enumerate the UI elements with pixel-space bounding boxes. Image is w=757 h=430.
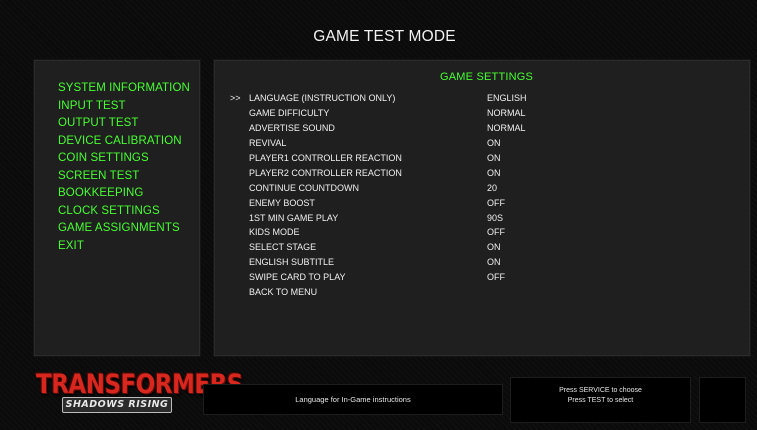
game-logo: TRANSFORMERS SHADOWS RISING — [36, 370, 243, 414]
menu-item-screen-test[interactable]: SCREEN TEST — [58, 168, 190, 186]
setting-value: 20 — [487, 182, 498, 193]
help-box: Press SERVICE to choose Press TEST to se… — [510, 377, 691, 423]
help-line-service: Press SERVICE to choose — [559, 387, 642, 394]
setting-label: KIDS MODE — [249, 227, 300, 238]
section-title: GAME SETTINGS — [440, 71, 534, 83]
menu-item-game-assignments[interactable]: GAME ASSIGNMENTS — [58, 220, 190, 238]
setting-label: SELECT STAGE — [249, 242, 317, 253]
back-to-menu-button[interactable]: BACK TO MENU — [230, 285, 527, 300]
setting-label: PLAYER2 CONTROLLER REACTION — [249, 167, 402, 178]
menu-item-exit[interactable]: EXIT — [58, 238, 190, 256]
setting-value: ON — [487, 242, 501, 253]
setting-row-english-subtitle[interactable]: ENGLISH SUBTITLE ON — [230, 255, 527, 270]
setting-label: PLAYER1 CONTROLLER REACTION — [249, 153, 402, 163]
description-text: Language for In-Game instructions — [295, 395, 411, 404]
setting-value: NORMAL — [487, 123, 526, 134]
menu-item-bookkeeping[interactable]: BOOKKEEPING — [58, 185, 190, 203]
setting-value: ON — [487, 257, 501, 268]
page-title: GAME TEST MODE — [313, 27, 456, 45]
setting-label: ENGLISH SUBTITLE — [249, 257, 335, 268]
back-to-menu-label: BACK TO MENU — [249, 287, 318, 298]
setting-value: 90S — [487, 212, 504, 223]
setting-label: GAME DIFFICULTY — [249, 108, 330, 119]
help-text: Press SERVICE to choose Press TEST to se… — [511, 386, 690, 405]
setting-row-player1-controller-reaction[interactable]: PLAYER1 CONTROLLER REACTION ON — [230, 151, 527, 166]
menu-item-clock-settings[interactable]: CLOCK SETTINGS — [58, 203, 190, 221]
setting-row-1st-min-game-play[interactable]: 1ST MIN GAME PLAY 90S — [230, 210, 527, 225]
help-line-test: Press TEST to select — [567, 396, 634, 404]
setting-label: REVIVAL — [249, 138, 287, 149]
setting-label: LANGUAGE (INSTRUCTION ONLY) — [249, 93, 396, 104]
setting-value: ON — [487, 138, 501, 149]
test-menu: SYSTEM INFORMATION INPUT TEST OUTPUT TES… — [58, 80, 190, 255]
setting-row-game-difficulty[interactable]: GAME DIFFICULTY NORMAL — [230, 106, 527, 121]
setting-row-language[interactable]: >> LANGUAGE (INSTRUCTION ONLY) ENGLISH — [230, 91, 527, 106]
setting-row-player2-controller-reaction[interactable]: PLAYER2 CONTROLLER REACTION ON — [230, 165, 527, 180]
setting-label: ADVERTISE SOUND — [249, 123, 335, 134]
status-box — [699, 377, 746, 423]
setting-value: ON — [487, 167, 501, 178]
menu-item-system-information[interactable]: SYSTEM INFORMATION — [58, 80, 190, 98]
setting-label: CONTINUE COUNTDOWN — [249, 182, 359, 193]
menu-panel: SYSTEM INFORMATION INPUT TEST OUTPUT TES… — [33, 59, 201, 357]
menu-item-coin-settings[interactable]: COIN SETTINGS — [58, 150, 190, 168]
description-box: Language for In-Game instructions — [203, 384, 503, 415]
setting-row-enemy-boost[interactable]: ENEMY BOOST OFF — [230, 195, 527, 210]
setting-row-select-stage[interactable]: SELECT STAGE ON — [230, 240, 527, 255]
setting-row-revival[interactable]: REVIVAL ON — [230, 136, 527, 151]
setting-value: OFF — [487, 227, 505, 238]
selection-cursor: >> — [230, 93, 241, 104]
setting-value: OFF — [487, 197, 505, 208]
logo-subtitle: SHADOWS RISING — [62, 397, 172, 413]
menu-item-output-test[interactable]: OUTPUT TEST — [58, 115, 190, 133]
setting-row-continue-countdown[interactable]: CONTINUE COUNTDOWN 20 — [230, 180, 527, 195]
setting-row-swipe-card-to-play[interactable]: SWIPE CARD TO PLAY OFF — [230, 270, 527, 285]
setting-label: ENEMY BOOST — [249, 197, 315, 208]
setting-label: SWIPE CARD TO PLAY — [249, 272, 346, 283]
setting-value: ENGLISH — [487, 93, 527, 104]
menu-item-input-test[interactable]: INPUT TEST — [58, 98, 190, 116]
setting-label: 1ST MIN GAME PLAY — [249, 212, 339, 223]
setting-row-advertise-sound[interactable]: ADVERTISE SOUND NORMAL — [230, 121, 527, 136]
setting-row-kids-mode[interactable]: KIDS MODE OFF — [230, 225, 527, 240]
setting-value: NORMAL — [487, 108, 526, 119]
settings-list: >> LANGUAGE (INSTRUCTION ONLY) ENGLISH G… — [230, 91, 527, 299]
setting-value: OFF — [487, 272, 505, 283]
logo-title: TRANSFORMERS — [36, 370, 243, 400]
menu-item-device-calibration[interactable]: DEVICE CALIBRATION — [58, 133, 190, 151]
settings-panel: GAME SETTINGS >> LANGUAGE (INSTRUCTION O… — [213, 59, 751, 357]
setting-value: ON — [487, 153, 501, 163]
